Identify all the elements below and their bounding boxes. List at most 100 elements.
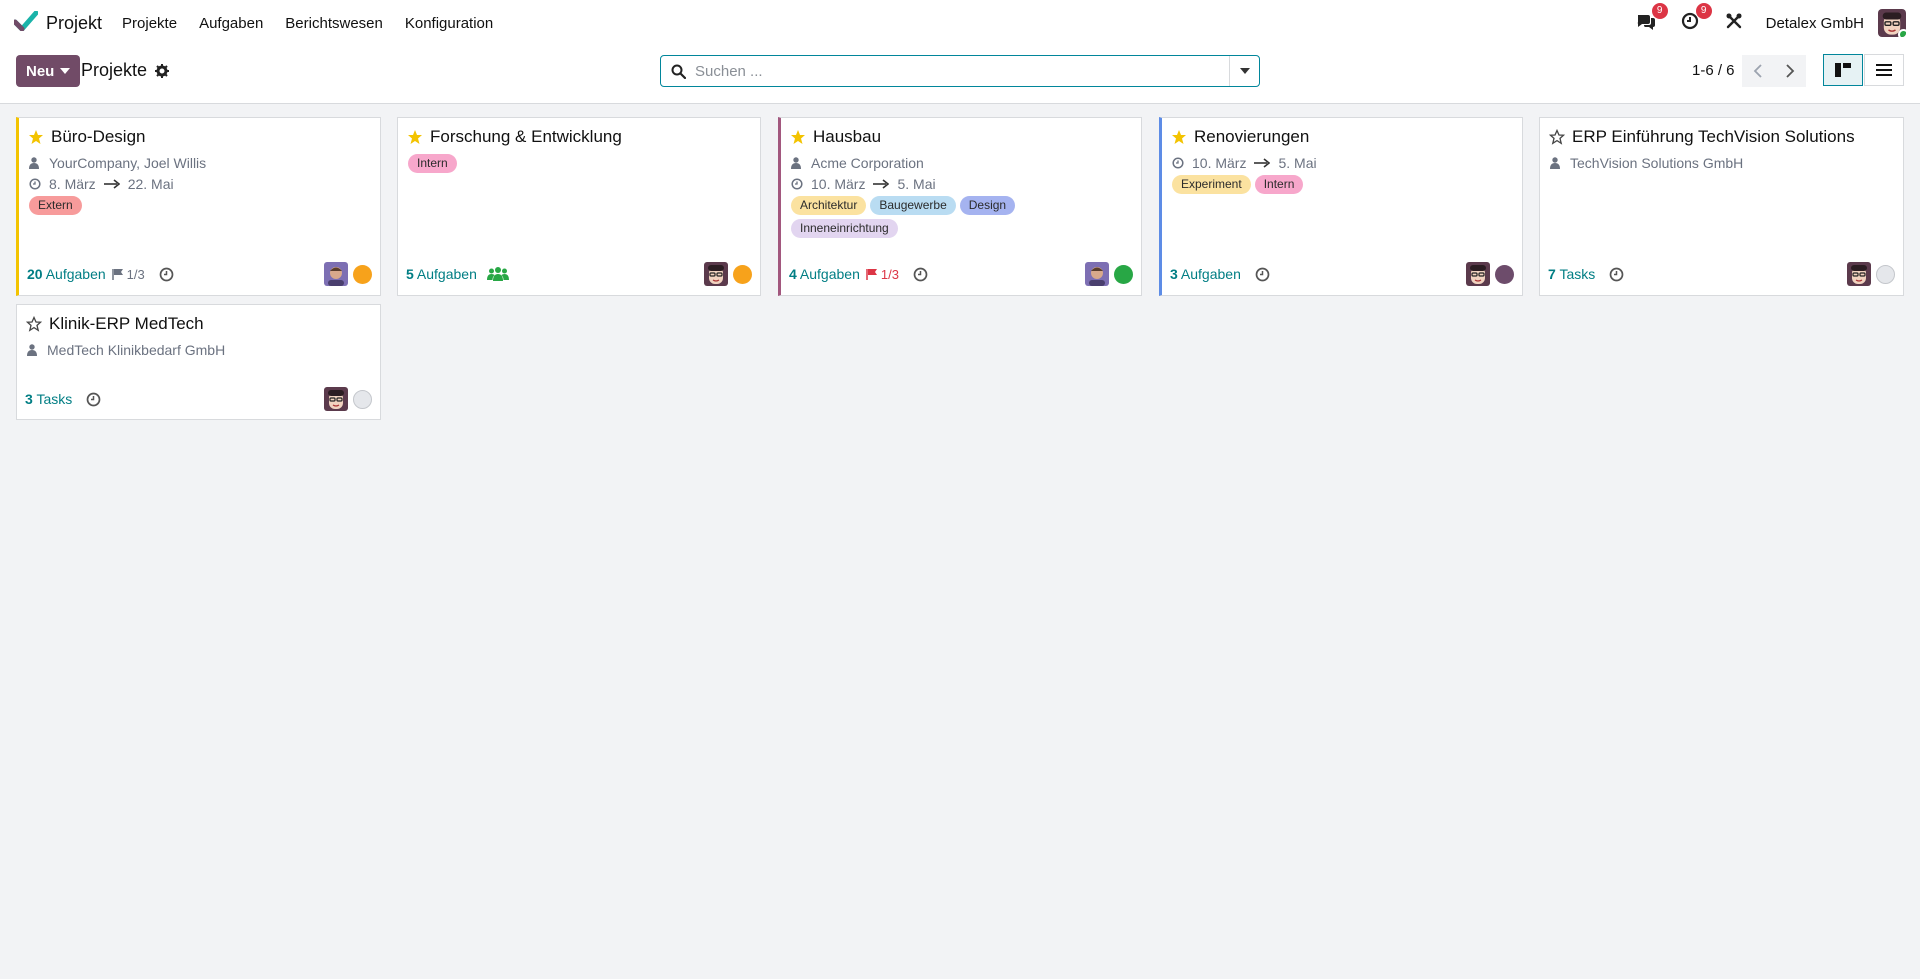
status-indicator[interactable] xyxy=(1114,264,1133,284)
card-footer-right xyxy=(1466,262,1514,286)
activity-clock-icon[interactable] xyxy=(86,392,101,407)
user-icon xyxy=(29,157,43,169)
assignee-avatar[interactable] xyxy=(324,262,348,286)
tasks-link[interactable]: 3 Tasks xyxy=(25,391,72,407)
card-footer-right xyxy=(324,387,372,411)
activity-clock-icon[interactable] xyxy=(1609,267,1624,282)
pager-previous-button[interactable] xyxy=(1742,55,1774,87)
control-panel: Neu Projekte 1-6 / 6 xyxy=(0,46,1920,104)
tasks-link[interactable]: 20 Aufgaben xyxy=(27,266,106,282)
customer-name: MedTech Klinikbedarf GmbH xyxy=(47,342,226,358)
tasks-link[interactable]: 3 Aufgaben xyxy=(1170,266,1241,282)
favorite-star-outline-icon[interactable] xyxy=(1548,128,1566,146)
kanban-view-button[interactable] xyxy=(1823,54,1863,86)
caret-down-icon xyxy=(1239,68,1250,74)
arrow-right-icon xyxy=(103,179,120,189)
card-footer: 20 Aufgaben 1/3 xyxy=(27,266,372,282)
assignee-avatar[interactable] xyxy=(1466,262,1490,286)
assignee-avatar[interactable] xyxy=(704,262,728,286)
user-icon xyxy=(27,344,41,356)
tag: Inneneinrichtung xyxy=(791,219,898,238)
pager-next-button[interactable] xyxy=(1774,55,1806,87)
tasks-link[interactable]: 4 Aufgaben xyxy=(789,266,860,282)
date-start: 10. März xyxy=(811,176,866,192)
customer-line: Acme Corporation xyxy=(791,155,924,171)
status-indicator[interactable] xyxy=(1495,264,1514,284)
assignee-avatar[interactable] xyxy=(1847,262,1871,286)
tasks-link[interactable]: 5 Aufgaben xyxy=(406,266,477,282)
customer-line: TechVision Solutions GmbH xyxy=(1550,155,1743,171)
clock-icon xyxy=(791,178,805,190)
app-brand[interactable]: Projekt xyxy=(12,10,102,35)
menu-projekte[interactable]: Projekte xyxy=(122,15,177,32)
main-menu: Projekte Aufgaben Berichtswesen Konfigur… xyxy=(122,15,515,32)
card-header: Renovierungen xyxy=(1170,127,1309,147)
list-view-button[interactable] xyxy=(1864,54,1904,86)
online-status-dot xyxy=(1898,29,1906,37)
search-options-toggle[interactable] xyxy=(1229,56,1259,86)
customer-name: Acme Corporation xyxy=(811,155,924,171)
project-app-icon xyxy=(12,10,39,35)
user-icon xyxy=(1550,157,1564,169)
date-end: 5. Mai xyxy=(897,176,936,192)
milestone-indicator: 1/3 xyxy=(111,267,145,282)
tag: Architektur xyxy=(791,196,867,215)
card-header: Klinik-ERP MedTech xyxy=(25,314,204,334)
project-card[interactable]: ERP Einführung TechVision Solutions Tech… xyxy=(1539,117,1904,296)
clock-icon xyxy=(29,178,43,190)
project-name: Hausbau xyxy=(813,127,882,146)
card-header: Forschung & Entwicklung xyxy=(406,127,622,147)
milestone-indicator: 1/3 xyxy=(866,267,899,282)
card-footer-right xyxy=(324,262,372,286)
project-card[interactable]: Hausbau Acme Corporation 10. März 5. Mai… xyxy=(778,117,1142,296)
messages-button[interactable]: 9 xyxy=(1634,3,1668,35)
search-input[interactable] xyxy=(695,57,1229,85)
project-card[interactable]: Renovierungen 10. März 5. Mai Experiment… xyxy=(1159,117,1523,296)
activity-clock-icon[interactable] xyxy=(913,267,928,282)
card-footer: 7 Tasks xyxy=(1548,266,1895,282)
status-indicator[interactable] xyxy=(353,264,372,284)
chevron-left-icon xyxy=(1753,64,1762,78)
menu-berichtswesen[interactable]: Berichtswesen xyxy=(285,15,383,32)
clock-icon xyxy=(1172,157,1186,169)
activity-clock-icon[interactable] xyxy=(159,267,174,282)
favorite-star-icon[interactable] xyxy=(406,128,424,146)
users-icon xyxy=(486,266,509,282)
status-indicator[interactable] xyxy=(733,264,752,284)
activities-button[interactable]: 9 xyxy=(1678,3,1712,35)
status-indicator[interactable] xyxy=(353,389,372,409)
favorite-star-icon[interactable] xyxy=(789,128,807,146)
tasks-label: Tasks xyxy=(1559,266,1596,282)
project-name: Büro-Design xyxy=(51,127,146,146)
user-avatar[interactable] xyxy=(1878,9,1906,37)
project-card[interactable]: Büro-Design YourCompany, Joel Willis 8. … xyxy=(16,117,381,296)
new-button[interactable]: Neu xyxy=(16,55,81,87)
favorite-star-icon[interactable] xyxy=(27,128,45,146)
flag-icon xyxy=(111,269,123,280)
project-name: ERP Einführung TechVision Solutions xyxy=(1572,127,1855,146)
gear-icon[interactable] xyxy=(155,63,170,78)
project-card[interactable]: Forschung & Entwicklung Intern 5 Aufgabe… xyxy=(397,117,761,296)
milestone-count: 1/3 xyxy=(880,266,899,282)
tasks-link[interactable]: 7 Tasks xyxy=(1548,266,1595,282)
assignee-avatar[interactable] xyxy=(324,387,348,411)
menu-aufgaben[interactable]: Aufgaben xyxy=(199,15,263,32)
status-indicator[interactable] xyxy=(1876,264,1895,284)
activity-clock-icon[interactable] xyxy=(1255,267,1270,282)
project-card[interactable]: Klinik-ERP MedTech MedTech Klinikbedarf … xyxy=(16,304,381,420)
flag-icon xyxy=(866,269,877,280)
breadcrumb: Projekte xyxy=(81,60,170,81)
company-switcher[interactable]: Detalex GmbH xyxy=(1766,15,1864,32)
systray: 9 9 Detalex GmbH xyxy=(1634,0,1906,46)
debug-tools-button[interactable] xyxy=(1722,11,1746,35)
favorite-star-outline-icon[interactable] xyxy=(25,315,43,333)
assignee-avatar[interactable] xyxy=(1085,262,1109,286)
date-line: 10. März 5. Mai xyxy=(1172,155,1317,171)
customer-line: YourCompany, Joel Willis xyxy=(29,155,206,171)
tags: Extern xyxy=(29,196,289,219)
menu-konfiguration[interactable]: Konfiguration xyxy=(405,15,493,32)
tools-icon xyxy=(1726,13,1742,33)
pager-value[interactable]: 1-6 / 6 xyxy=(1692,62,1735,79)
tags: Experiment Intern xyxy=(1172,175,1432,198)
favorite-star-icon[interactable] xyxy=(1170,128,1188,146)
